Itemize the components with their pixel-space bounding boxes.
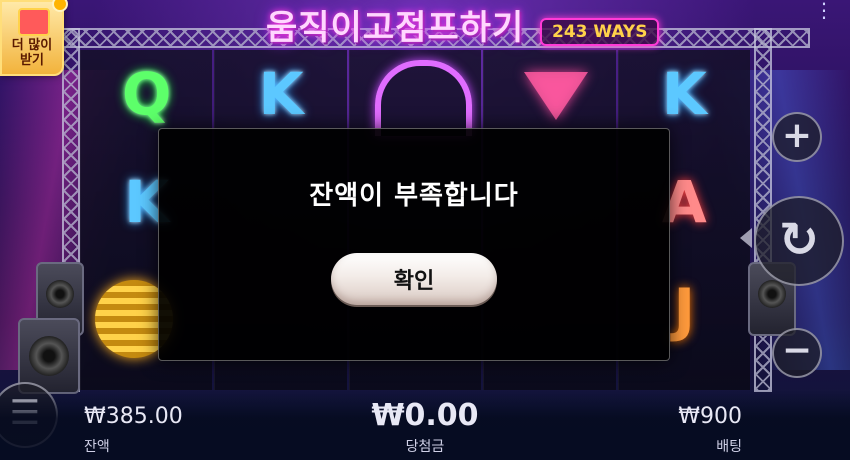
insufficient-balance-dialog: 잔액이 부족합니다 확인: [158, 128, 670, 361]
confirm-button[interactable]: 확인: [331, 253, 497, 305]
dialog-message: 잔액이 부족합니다: [309, 181, 519, 211]
